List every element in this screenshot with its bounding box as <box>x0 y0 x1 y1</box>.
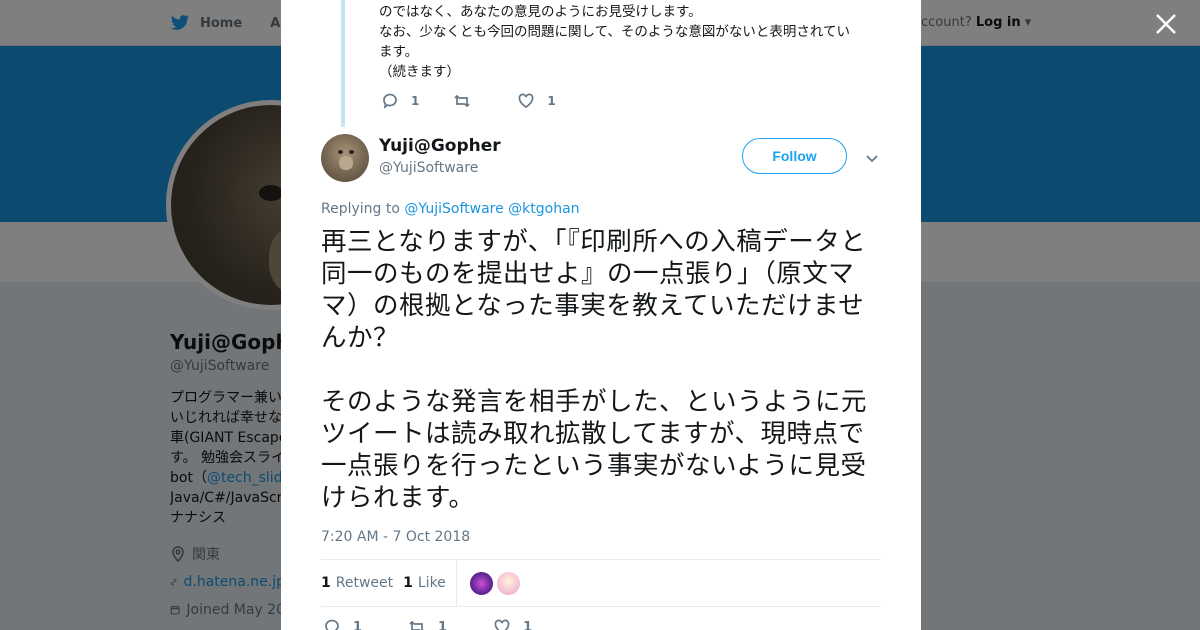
author-name[interactable]: Yuji@Gopher <box>379 136 501 156</box>
retweet-stat[interactable]: 1 Retweet <box>321 575 393 591</box>
tweet-modal: のではなく、あなたの意見のようにお見受けします。 なお、少なくとも今回の問題に関… <box>281 0 921 630</box>
author-avatar[interactable] <box>321 134 369 182</box>
retweet-button[interactable]: 1 <box>408 618 447 630</box>
retweet-icon <box>409 620 425 630</box>
tweet-paragraph: そのような発言を相手がした、というように元ツイートは読み取れ拡散してますが、現時… <box>321 387 868 513</box>
close-icon[interactable] <box>1154 12 1178 36</box>
liker-avatar[interactable] <box>468 570 494 596</box>
like-stat[interactable]: 1 Like <box>403 575 446 591</box>
author-handle[interactable]: @YujiSoftware <box>379 160 478 176</box>
tweet-text-line: ます。 <box>379 44 419 60</box>
likers-avatars <box>468 570 521 596</box>
replying-to: Replying to @YujiSoftware @ktgohan <box>321 201 580 217</box>
mention-link[interactable]: @YujiSoftware <box>404 201 503 217</box>
like-button[interactable]: 1 <box>493 618 532 630</box>
heart-icon <box>494 619 510 630</box>
retweet-icon <box>454 94 470 108</box>
tweet-actions: 1 1 1 <box>323 618 578 630</box>
tweet-text-line: なお、少なくとも今回の問題に関して、そのような意図がないと表明されてい <box>379 24 851 40</box>
reply-icon <box>325 619 339 630</box>
replying-label: Replying to <box>321 201 400 217</box>
retweet-button[interactable] <box>453 92 483 110</box>
mention-link[interactable]: @ktgohan <box>508 201 579 217</box>
tweet-text-line: のではなく、あなたの意見のようにお見受けします。 <box>379 4 702 20</box>
tweet-text: 再三となりますが、「『印刷所への入稿データと同一のものを提出せよ』の一点張り」（… <box>321 226 883 514</box>
tweet-timestamp[interactable]: 7:20 AM - 7 Oct 2018 <box>321 529 470 545</box>
reply-button[interactable]: 1 <box>381 92 419 110</box>
thread-connector-line <box>341 0 345 127</box>
tweet-paragraph: 再三となりますが、「『印刷所への入稿データと同一のものを提出せよ』の一点張り」（… <box>321 227 867 353</box>
reply-icon <box>383 93 397 110</box>
follow-button[interactable]: Follow <box>742 138 847 174</box>
tweet-stats: 1 Retweet 1 Like <box>321 559 881 607</box>
heart-icon <box>519 93 534 108</box>
previous-tweet-text: のではなく、あなたの意見のようにお見受けします。 なお、少なくとも今回の問題に関… <box>379 2 879 82</box>
previous-tweet-actions: 1 1 <box>381 92 590 110</box>
chevron-down-icon[interactable] <box>865 150 879 164</box>
tweet-text-line: （続きます） <box>379 64 460 80</box>
liker-avatar[interactable] <box>495 570 521 596</box>
like-button[interactable]: 1 <box>517 92 556 110</box>
reply-button[interactable]: 1 <box>323 618 362 630</box>
divider <box>455 560 457 606</box>
